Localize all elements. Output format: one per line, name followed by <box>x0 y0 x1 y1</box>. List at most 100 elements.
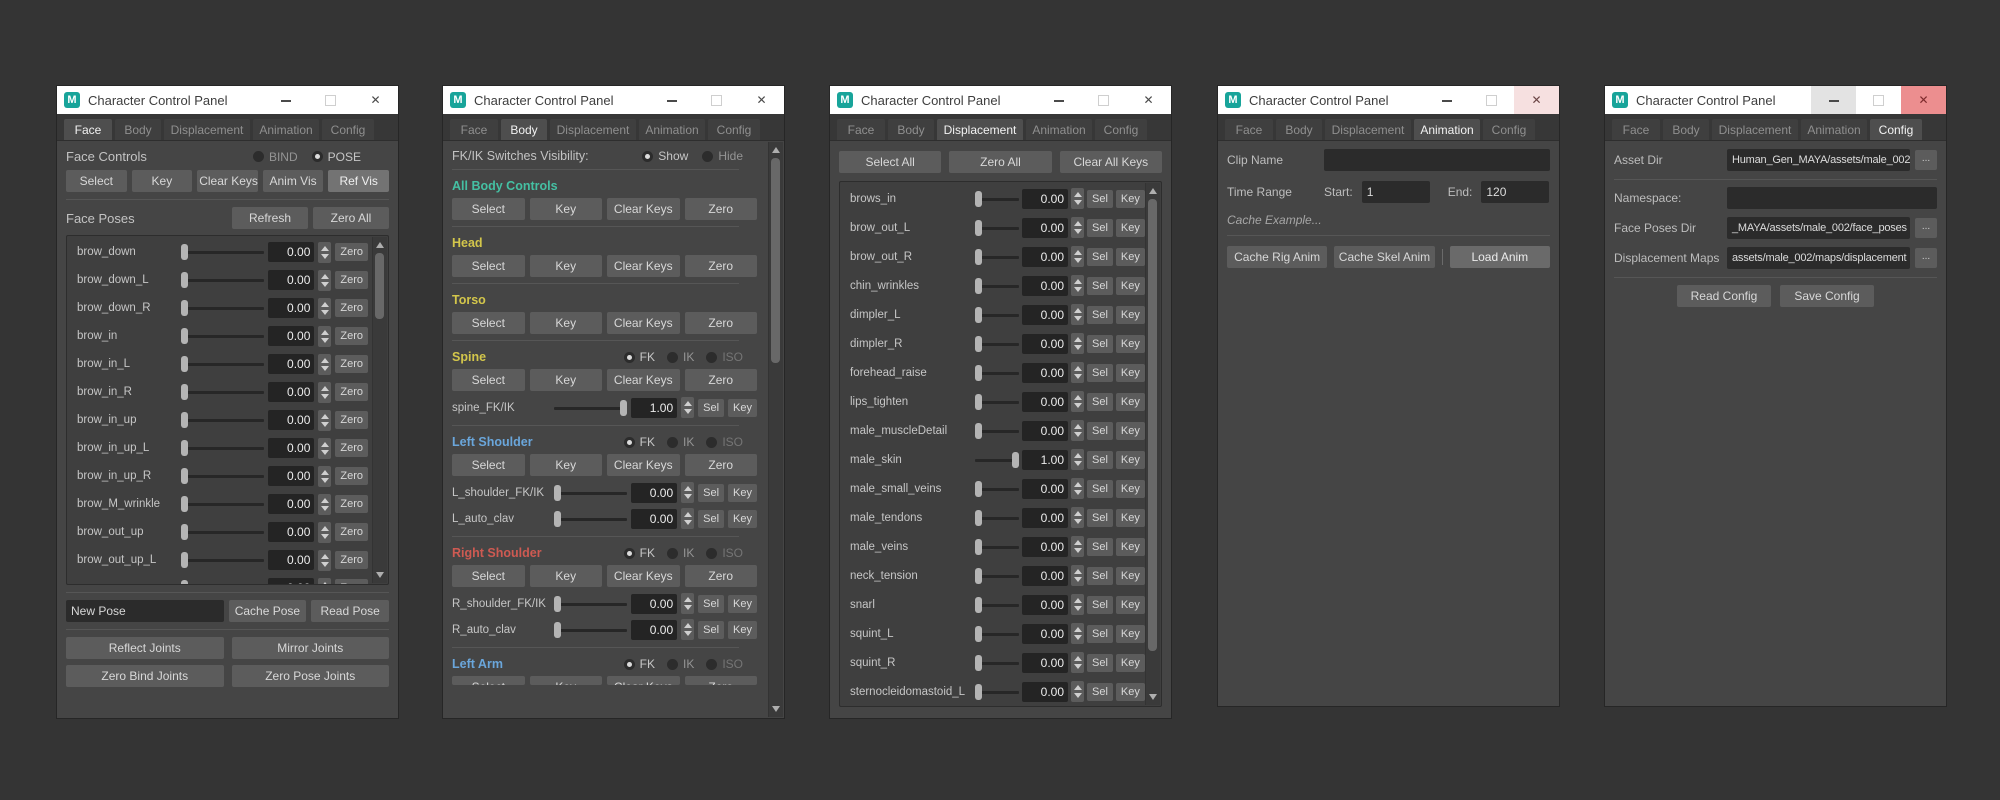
sel-button[interactable]: Sel <box>1087 653 1113 672</box>
tab-body[interactable]: Body <box>115 119 161 140</box>
close-button[interactable]: ✕ <box>353 86 398 114</box>
zero-pose-joints-button[interactable]: Zero Pose Joints <box>231 665 389 687</box>
value-spinner[interactable] <box>318 493 332 515</box>
value-spinner[interactable] <box>318 437 332 459</box>
tab-body[interactable]: Body <box>1663 119 1709 140</box>
slider-control[interactable] <box>975 393 1019 411</box>
slider-handle[interactable] <box>975 335 982 352</box>
value-field[interactable]: 0.00 <box>268 298 315 318</box>
tab-config[interactable]: Config <box>322 119 374 140</box>
spinner-down-icon[interactable] <box>1073 432 1082 437</box>
slider-control[interactable] <box>554 399 628 417</box>
slider-handle[interactable] <box>975 625 982 642</box>
spinner-up-icon[interactable] <box>1073 192 1082 197</box>
zero-button[interactable]: Zero <box>335 355 368 373</box>
scrollbar[interactable] <box>372 237 387 583</box>
spinner-up-icon[interactable] <box>320 385 329 391</box>
maximize-button[interactable] <box>694 86 739 114</box>
value-spinner[interactable] <box>1071 623 1084 644</box>
spinner-up-icon[interactable] <box>1073 627 1082 632</box>
clear-keys-button[interactable]: Clear Keys <box>607 369 680 391</box>
value-field[interactable]: 0.00 <box>1022 304 1068 325</box>
sel-button[interactable]: Sel <box>1087 624 1113 643</box>
tab-animation[interactable]: Animation <box>639 119 705 140</box>
close-button[interactable]: ✕ <box>739 86 784 114</box>
browse-button[interactable]: ... <box>1915 150 1937 170</box>
displacement-maps-input[interactable]: assets/male_002/maps/displacement <box>1727 247 1910 269</box>
value-field[interactable]: 0.00 <box>1022 681 1068 702</box>
spinner-up-icon[interactable] <box>320 581 329 584</box>
spinner-up-icon[interactable] <box>1073 366 1082 371</box>
tab-config[interactable]: Config <box>1870 119 1922 140</box>
key-button[interactable]: Key <box>529 565 602 587</box>
reflect-joints-button[interactable]: Reflect Joints <box>66 637 224 659</box>
titlebar[interactable]: M Character Control Panel ✕ <box>830 86 1171 114</box>
tab-body[interactable]: Body <box>501 119 547 140</box>
value-spinner[interactable] <box>1071 362 1084 383</box>
maximize-button[interactable] <box>308 86 353 114</box>
value-spinner[interactable] <box>1071 217 1084 238</box>
sel-button[interactable]: Sel <box>1087 508 1113 527</box>
value-spinner[interactable] <box>318 325 332 347</box>
spinner-up-icon[interactable] <box>1073 482 1082 487</box>
key-button[interactable]: Key <box>529 255 602 277</box>
slider-handle[interactable] <box>554 621 561 638</box>
spinner-up-icon[interactable] <box>320 301 329 307</box>
spinner-down-icon[interactable] <box>1073 374 1082 379</box>
key-button[interactable]: Key <box>1115 363 1145 382</box>
scroll-thumb[interactable] <box>1148 199 1157 651</box>
value-field[interactable]: 0.00 <box>268 578 315 584</box>
key-button[interactable]: Key <box>1115 479 1145 498</box>
slider-control[interactable] <box>554 595 628 613</box>
value-spinner[interactable] <box>1071 652 1084 673</box>
titlebar[interactable]: M Character Control Panel ✕ <box>57 86 398 114</box>
value-field[interactable]: 0.00 <box>268 494 315 514</box>
select-all-button[interactable]: Select All <box>839 151 942 173</box>
slider-handle[interactable] <box>181 440 188 456</box>
slider-handle[interactable] <box>975 596 982 613</box>
anim-vis-button[interactable]: Anim Vis <box>262 170 324 192</box>
key-button[interactable]: Key <box>1115 334 1145 353</box>
value-field[interactable]: 0.00 <box>268 326 315 346</box>
spinner-down-icon[interactable] <box>320 449 329 455</box>
slider-control[interactable] <box>975 567 1019 585</box>
minimize-button[interactable] <box>1036 86 1081 114</box>
slider-handle[interactable] <box>181 552 188 568</box>
tab-body[interactable]: Body <box>888 119 934 140</box>
spinner-down-icon[interactable] <box>1073 461 1082 466</box>
value-field[interactable]: 0.00 <box>1022 594 1068 615</box>
close-button[interactable]: ✕ <box>1514 86 1559 114</box>
radio-hide[interactable]: Hide <box>702 149 743 163</box>
key-button[interactable]: Key <box>529 312 602 334</box>
spinner-down-icon[interactable] <box>320 337 329 343</box>
slider-handle[interactable] <box>181 328 188 344</box>
spinner-up-icon[interactable] <box>1073 540 1082 545</box>
spinner-down-icon[interactable] <box>683 494 692 499</box>
value-spinner[interactable] <box>318 549 332 571</box>
slider-control[interactable] <box>975 625 1019 643</box>
slider-handle[interactable] <box>181 300 188 316</box>
slider-handle[interactable] <box>181 272 188 288</box>
spinner-up-icon[interactable] <box>320 273 329 279</box>
tab-animation[interactable]: Animation <box>1414 119 1480 140</box>
spinner-up-icon[interactable] <box>1073 395 1082 400</box>
spinner-up-icon[interactable] <box>1073 308 1082 313</box>
radio-ik[interactable]: IK <box>666 657 694 671</box>
slider-control[interactable] <box>975 683 1019 701</box>
slider-handle[interactable] <box>975 538 982 555</box>
spinner-down-icon[interactable] <box>1073 403 1082 408</box>
clear-keys-button[interactable]: Clear Keys <box>607 565 680 587</box>
radio-ik[interactable]: IK <box>666 546 694 560</box>
value-field[interactable]: 0.00 <box>268 550 315 570</box>
slider-handle[interactable] <box>181 580 188 584</box>
tab-displacement[interactable]: Displacement <box>937 119 1023 140</box>
sel-button[interactable]: Sel <box>1087 566 1113 585</box>
value-spinner[interactable] <box>1071 594 1084 615</box>
slider-control[interactable] <box>181 355 265 373</box>
slider-handle[interactable] <box>975 509 982 526</box>
zero-button[interactable]: Zero <box>684 676 757 685</box>
scroll-down-icon[interactable] <box>772 706 780 712</box>
value-spinner[interactable] <box>681 482 695 503</box>
sel-button[interactable]: Sel <box>698 594 725 613</box>
zero-button[interactable]: Zero <box>335 551 368 569</box>
